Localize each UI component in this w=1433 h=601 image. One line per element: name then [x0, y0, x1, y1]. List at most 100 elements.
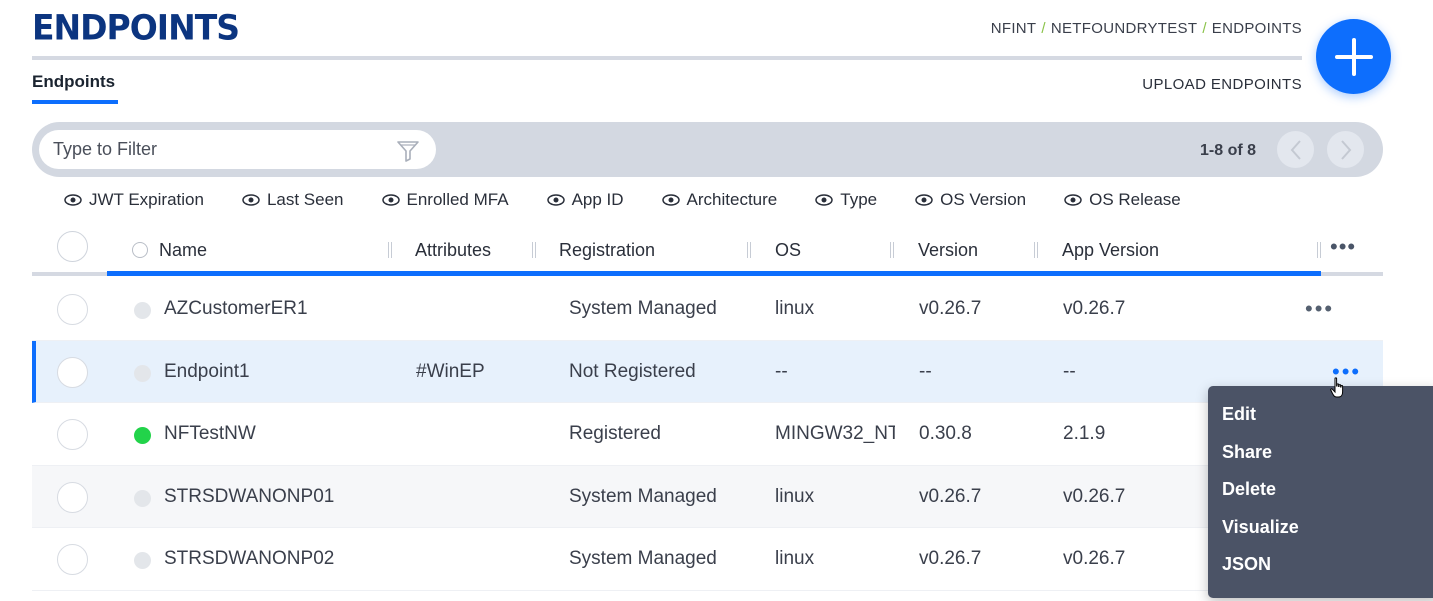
column-toggle-label: App ID	[571, 190, 624, 209]
cell-registration: Not Registered	[569, 360, 696, 382]
eye-icon	[661, 194, 680, 206]
add-endpoint-button[interactable]	[1316, 19, 1391, 94]
column-header-registration[interactable]: Registration	[559, 240, 655, 261]
column-header-os[interactable]: OS	[775, 240, 801, 261]
column-resize-handle[interactable]	[1317, 242, 1321, 258]
column-toggle-enrolled-mfa[interactable]: Enrolled MFA	[381, 190, 509, 210]
column-toggle-architecture[interactable]: Architecture	[661, 190, 777, 210]
column-toggle-label: JWT Expiration	[89, 190, 204, 209]
cell-version: --	[919, 360, 932, 382]
table-row[interactable]: Endpoint1 #WinEP Not Registered -- -- --…	[32, 340, 1383, 403]
column-toggle-jwt-expiration[interactable]: JWT Expiration	[64, 190, 204, 210]
status-indicator	[134, 552, 151, 569]
table-header: Name Attributes Registration OS Version …	[32, 226, 1383, 274]
cell-name[interactable]: NFTestNW	[164, 423, 256, 445]
column-toggle-label: Type	[840, 190, 878, 209]
eye-icon	[242, 194, 260, 206]
previous-page-button[interactable]	[1277, 131, 1314, 168]
filter-input[interactable]	[39, 130, 436, 169]
breadcrumb-item-org[interactable]: NFINT	[991, 20, 1037, 37]
breadcrumb-item-current: ENDPOINTS	[1211, 20, 1302, 37]
table-row[interactable]: STRSDWANONP02 System Managed linux v0.26…	[32, 528, 1383, 591]
upload-endpoints-link[interactable]: UPLOAD ENDPOINTS	[1142, 76, 1302, 93]
chevron-right-icon	[1340, 139, 1351, 160]
column-toggle-label: Enrolled MFA	[406, 190, 509, 209]
pagination-range: 1-8 of 8	[1200, 142, 1257, 159]
column-header-version[interactable]: Version	[918, 240, 978, 261]
hidden-columns-bar: JWT Expiration Last Seen Enrolled MFA Ap…	[64, 190, 1181, 210]
chevron-left-icon	[1290, 139, 1301, 160]
eye-icon	[381, 194, 400, 206]
column-resize-handle[interactable]	[388, 242, 392, 258]
row-checkbox[interactable]	[57, 481, 88, 513]
column-header-name[interactable]: Name	[159, 240, 207, 261]
cell-version: v0.26.7	[919, 485, 982, 507]
cell-app-version: v0.26.7	[1063, 298, 1126, 319]
active-tab-indicator	[32, 100, 118, 104]
eye-icon	[915, 194, 933, 206]
select-all-checkbox[interactable]	[57, 231, 88, 262]
cell-registration: Registered	[569, 423, 661, 444]
tab-endpoints[interactable]: Endpoints	[32, 72, 115, 92]
cell-name[interactable]: Endpoint1	[164, 361, 250, 383]
eye-icon	[64, 194, 82, 206]
column-resize-handle[interactable]	[890, 242, 894, 258]
column-toggle-os-version[interactable]: OS Version	[915, 190, 1026, 210]
plus-icon	[1334, 37, 1373, 76]
cell-app-version: v0.26.7	[1063, 485, 1126, 507]
menu-item-json[interactable]: JSON	[1208, 554, 1433, 592]
table-row[interactable]: NFTestNW Registered MINGW32_NT 0.30.8 2.…	[32, 403, 1383, 466]
column-options-button[interactable]: •••	[1330, 234, 1356, 260]
cell-registration: System Managed	[569, 298, 717, 319]
cell-registration: System Managed	[569, 485, 717, 507]
menu-item-share[interactable]: Share	[1208, 442, 1433, 480]
row-checkbox[interactable]	[57, 544, 88, 575]
filter-icon[interactable]	[396, 140, 420, 162]
status-column-indicator	[132, 242, 148, 258]
eye-icon	[546, 194, 565, 206]
column-resize-handle[interactable]	[1034, 242, 1038, 258]
cell-os: --	[775, 360, 788, 382]
cell-version: v0.26.7	[919, 548, 982, 569]
cell-name[interactable]: AZCustomerER1	[164, 298, 308, 320]
status-indicator	[134, 302, 151, 319]
header-sort-indicator	[107, 271, 1321, 276]
column-toggle-app-id[interactable]: App ID	[546, 190, 624, 210]
column-toggle-os-release[interactable]: OS Release	[1064, 190, 1181, 210]
cell-os: linux	[775, 548, 815, 569]
column-header-attributes[interactable]: Attributes	[415, 240, 491, 261]
breadcrumb: NFINT / NETFOUNDRYTEST / ENDPOINTS	[991, 20, 1302, 37]
cell-version: v0.26.7	[919, 298, 982, 319]
column-resize-handle[interactable]	[747, 242, 751, 258]
row-actions-button[interactable]: •••	[1305, 296, 1334, 322]
row-checkbox[interactable]	[57, 294, 88, 325]
breadcrumb-item-network[interactable]: NETFOUNDRYTEST	[1051, 20, 1197, 37]
cell-registration: System Managed	[569, 548, 717, 569]
table-row[interactable]: STRSDWANONP01 System Managed linux v0.26…	[32, 465, 1383, 528]
menu-item-visualize[interactable]: Visualize	[1208, 517, 1433, 555]
cell-name[interactable]: STRSDWANONP02	[164, 548, 334, 570]
cell-name[interactable]: STRSDWANONP01	[164, 486, 334, 508]
menu-item-edit[interactable]: Edit	[1208, 404, 1433, 442]
title-divider	[32, 56, 1302, 60]
column-toggle-type[interactable]: Type	[815, 190, 877, 210]
cell-os: MINGW32_NT	[775, 423, 895, 444]
cell-app-version: v0.26.7	[1063, 548, 1126, 569]
next-page-button[interactable]	[1327, 131, 1364, 168]
column-resize-handle[interactable]	[532, 242, 536, 258]
table-row[interactable]: AZCustomerER1 System Managed linux v0.26…	[32, 278, 1383, 341]
page-title: ENDPOINTS	[32, 7, 240, 48]
cell-app-version: --	[1063, 360, 1076, 382]
cell-version: 0.30.8	[919, 423, 972, 444]
column-toggle-label: OS Version	[940, 190, 1027, 209]
row-checkbox[interactable]	[57, 419, 88, 450]
status-indicator	[134, 427, 151, 444]
cell-attributes: #WinEP	[416, 360, 485, 382]
column-toggle-label: OS Release	[1089, 190, 1181, 209]
column-toggle-last-seen[interactable]: Last Seen	[242, 190, 344, 210]
menu-item-delete[interactable]: Delete	[1208, 479, 1433, 517]
row-checkbox[interactable]	[57, 356, 88, 388]
cell-os: linux	[775, 298, 815, 319]
column-toggle-label: Last Seen	[266, 190, 344, 209]
column-header-app-version[interactable]: App Version	[1062, 240, 1159, 261]
